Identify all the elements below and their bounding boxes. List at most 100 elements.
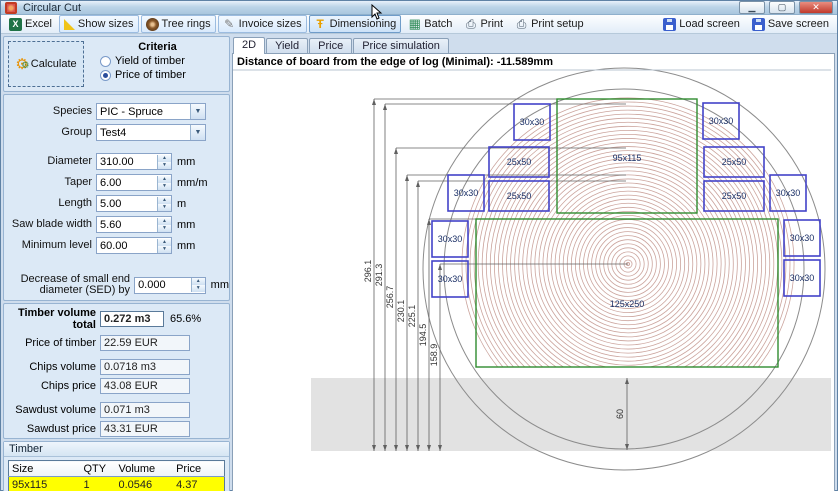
tab-price[interactable]: Price [309, 38, 352, 54]
chevron-down-icon[interactable]: ▼ [190, 125, 205, 140]
load-screen-icon [663, 18, 676, 31]
mouse-cursor [371, 4, 383, 20]
column-header-qty[interactable]: QTY [81, 461, 116, 477]
result-label: Chips volume [4, 361, 100, 373]
result-value-sawdust-volume: 0.071 m3 [100, 402, 190, 418]
select-value: PIC - Spruce [97, 106, 163, 118]
field-label: Diameter [4, 156, 96, 167]
arrow-up [405, 175, 409, 181]
toolbar-button-print[interactable]: ⎙Print [459, 15, 508, 33]
log-cross-section-svg: 296.1291.3256.7230.1225.1194.5158.96095x… [233, 54, 831, 481]
show-sizes-icon [64, 19, 75, 30]
spin-up-icon[interactable]: ▲ [158, 155, 171, 162]
radio-icon [100, 70, 111, 81]
maximize-button[interactable]: ▢ [769, 1, 795, 14]
spinner-buttons[interactable]: ▲▼ [157, 155, 171, 169]
input-saw-blade-width[interactable]: 5.60▲▼ [96, 216, 172, 233]
gears-icon: ⚙ [15, 55, 28, 73]
minimum-level-band [311, 378, 831, 451]
form-row-group: GroupTest4▼ [4, 122, 229, 143]
toolbar-button-tree-rings[interactable]: Tree rings [141, 15, 216, 33]
spinner-buttons[interactable]: ▲▼ [191, 278, 205, 292]
board-25x50: 25x50 [704, 181, 764, 211]
toolbar-button-show-sizes[interactable]: Show sizes [59, 15, 139, 33]
input-decrease-of-small[interactable]: 0.000▲▼ [134, 277, 206, 294]
calculate-button[interactable]: ⚙ Calculate [8, 41, 84, 87]
parameters-box: SpeciesPIC - Spruce▼GroupTest4▼Diameter3… [3, 94, 230, 301]
spinner-buttons[interactable]: ▲▼ [157, 197, 171, 211]
input-minimum-level[interactable]: 60.00▲▼ [96, 237, 172, 254]
input-length[interactable]: 5.00▲▼ [96, 195, 172, 212]
toolbar-button-dimensioning[interactable]: ŦDimensioning [309, 15, 402, 33]
spin-down-icon[interactable]: ▼ [158, 246, 171, 253]
spin-up-icon[interactable]: ▲ [158, 197, 171, 204]
toolbar-button-invoice-sizes[interactable]: ✎Invoice sizes [218, 15, 307, 33]
board-25x50: 25x50 [704, 147, 764, 177]
table-row-95x115[interactable]: 95x11510.05464.37 [9, 477, 225, 491]
input-taper[interactable]: 6.00▲▼ [96, 174, 172, 191]
column-header-size[interactable]: Size [9, 461, 81, 477]
criteria-box: ⚙ Calculate Criteria Yield of timberPric… [3, 36, 230, 92]
chevron-down-icon[interactable]: ▼ [190, 104, 205, 119]
board-label: 25x50 [507, 157, 532, 167]
board-25x50: 25x50 [489, 147, 549, 177]
dimension-label: 194.5 [418, 324, 428, 347]
input-diameter[interactable]: 310.00▲▼ [96, 153, 172, 170]
radio-option-price-of-timber[interactable]: Price of timber [100, 69, 225, 81]
left-panel: ⚙ Calculate Criteria Yield of timberPric… [3, 36, 230, 491]
bottom-dimension-label: 60 [615, 409, 625, 419]
select-species[interactable]: PIC - Spruce ▼ [96, 103, 206, 120]
form-row-minimum-level: Minimum level60.00▲▼mm [4, 235, 229, 256]
spinner-buttons[interactable]: ▲▼ [157, 218, 171, 232]
minimize-button[interactable]: ▁ [739, 1, 765, 14]
tab-price-simulation[interactable]: Price simulation [353, 38, 449, 54]
toolbar-button-load-screen[interactable]: Load screen [658, 15, 745, 33]
board-label: 25x50 [722, 157, 747, 167]
tab-yield[interactable]: Yield [266, 38, 308, 54]
spin-down-icon[interactable]: ▼ [158, 162, 171, 169]
spinner-buttons[interactable]: ▲▼ [157, 239, 171, 253]
board-label: 25x50 [722, 191, 747, 201]
close-button[interactable]: ✕ [799, 1, 833, 14]
board-label: 30x30 [454, 188, 479, 198]
toolbar-button-excel[interactable]: XExcel [4, 15, 57, 33]
radio-label: Price of timber [115, 69, 186, 81]
arrow-up [427, 219, 431, 225]
canvas-title: Distance of board from the edge of log (… [237, 56, 553, 68]
toolbar-button-batch[interactable]: ▦Batch [403, 15, 457, 33]
dimensioning-icon: Ŧ [314, 18, 327, 31]
column-header-volume[interactable]: Volume [115, 461, 173, 477]
spin-up-icon[interactable]: ▲ [192, 278, 205, 285]
unit-label: mm [172, 156, 195, 168]
dimension-label: 291.3 [374, 264, 384, 287]
result-row-price-of-timber: Price of timber22.59 EUR [4, 333, 229, 352]
spin-down-icon[interactable]: ▼ [158, 183, 171, 190]
spin-up-icon[interactable]: ▲ [158, 176, 171, 183]
dimension-label: 230.1 [396, 300, 406, 323]
toolbar-button-save-screen[interactable]: Save screen [747, 15, 834, 33]
result-row-sawdust-price: Sawdust price43.31 EUR [4, 419, 229, 438]
form-row-taper: Taper6.00▲▼mm/m [4, 172, 229, 193]
field-label: Taper [4, 177, 96, 188]
spin-down-icon[interactable]: ▼ [158, 204, 171, 211]
arrow-up [438, 264, 442, 270]
calculate-label: Calculate [31, 58, 77, 70]
spinner-buttons[interactable]: ▲▼ [157, 176, 171, 190]
table-cell: 95x115 [9, 477, 81, 491]
result-label: Price of timber [4, 337, 100, 349]
column-header-price[interactable]: Price [173, 461, 224, 477]
tab-2d[interactable]: 2D [233, 37, 265, 54]
spin-down-icon[interactable]: ▼ [192, 285, 205, 292]
board-label: 30x30 [790, 233, 815, 243]
board-label: 30x30 [776, 188, 801, 198]
app-window: Circular Cut ▁ ▢ ✕ XExcelShow sizesTree … [0, 0, 838, 491]
select-group[interactable]: Test4▼ [96, 124, 206, 141]
spin-down-icon[interactable]: ▼ [158, 225, 171, 232]
form-gap [4, 256, 229, 270]
spin-up-icon[interactable]: ▲ [158, 218, 171, 225]
form-row-diameter: Diameter310.00▲▼mm [4, 151, 229, 172]
toolbar-button-print-setup[interactable]: ⎙Print setup [510, 15, 589, 33]
spin-up-icon[interactable]: ▲ [158, 239, 171, 246]
radio-option-yield-of-timber[interactable]: Yield of timber [100, 55, 225, 67]
arrow-up [394, 148, 398, 154]
